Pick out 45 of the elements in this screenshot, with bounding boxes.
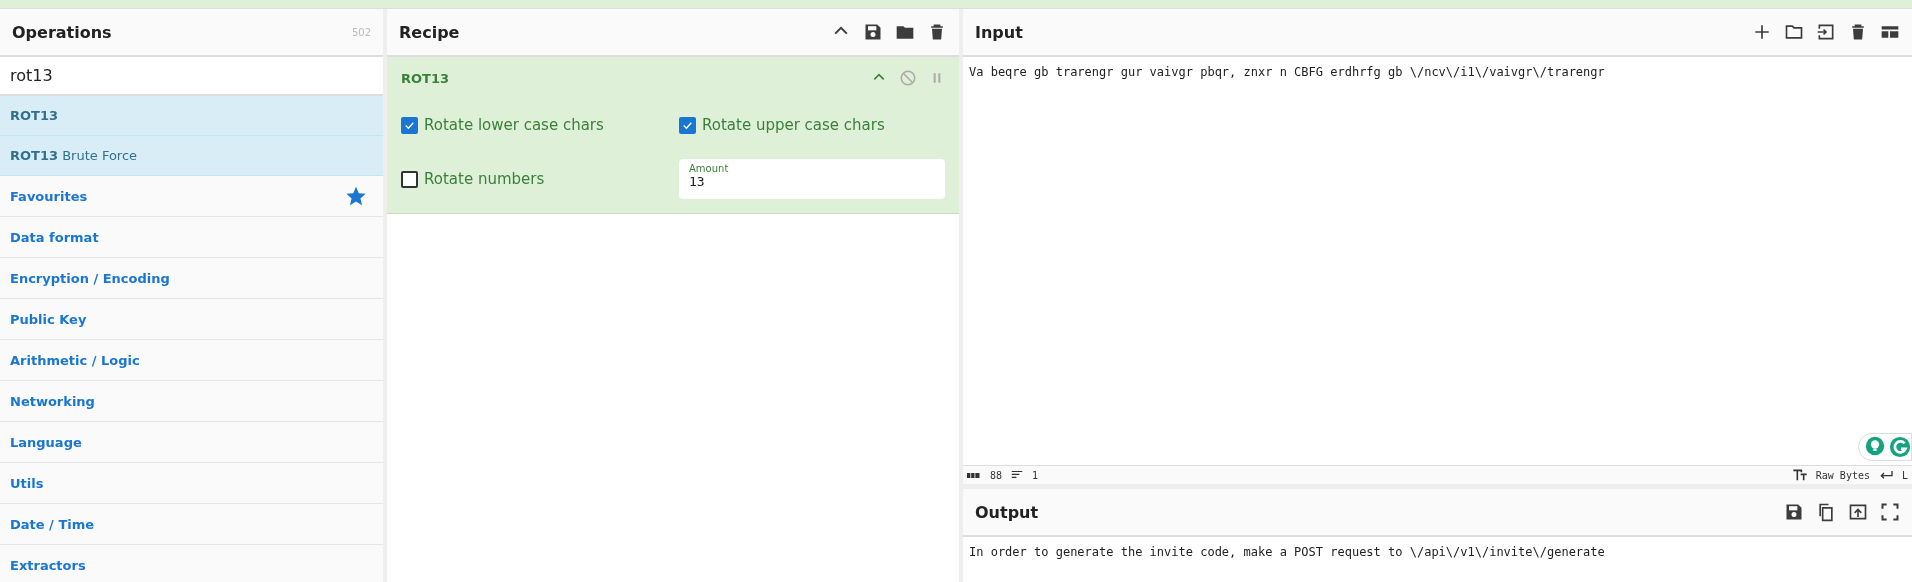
checkbox[interactable]	[679, 116, 696, 134]
category-label[interactable]: Date / Time	[10, 516, 95, 532]
output-text: In order to generate the invite code, make a POST request to \/api\/v1\/invite\/generate	[969, 545, 1606, 559]
fullscreen-icon[interactable]	[1880, 502, 1900, 522]
category-label[interactable]: Arithmetic / Logic	[10, 352, 140, 368]
category-label[interactable]: Data format	[10, 229, 99, 245]
input-text[interactable]: Va beqre gb trarengr gur vaivgr pbqr, znxr n CBFG erdhrfg gb \/ncv\/i1\/vaivgr\/trarengr	[969, 65, 1906, 79]
category-label[interactable]: Encryption / Encoding	[10, 270, 170, 286]
lightbulb-icon[interactable]	[1865, 436, 1885, 456]
length-icon	[967, 471, 982, 479]
checkbox-label: Rotate upper case chars	[702, 116, 885, 134]
checkbox-label: Rotate lower case chars	[424, 116, 604, 134]
panel-title: Recipe	[399, 22, 460, 42]
line-count: 1	[1032, 469, 1039, 481]
operation-count: 502	[351, 26, 371, 38]
copy-icon[interactable]	[1816, 502, 1836, 522]
panel-title: Operations	[12, 22, 112, 42]
category-label[interactable]: Extractors	[10, 557, 86, 573]
checkbox-label: Rotate numbers	[424, 170, 545, 188]
star-icon[interactable]	[345, 185, 367, 207]
import-icon[interactable]	[1816, 22, 1836, 42]
category-label[interactable]: Utils	[10, 475, 44, 491]
category-label[interactable]: Language	[10, 434, 82, 450]
g-icon[interactable]	[1889, 436, 1911, 458]
checkbox[interactable]	[401, 170, 418, 188]
eol-label[interactable]: L	[1901, 469, 1908, 481]
panel-title: Output	[975, 502, 1039, 522]
amount-field[interactable]: Amount 13	[679, 159, 945, 199]
category-label[interactable]: Favourites	[10, 188, 88, 204]
category-label[interactable]: Public Key	[10, 311, 87, 327]
search-field[interactable]: rot13	[0, 57, 383, 96]
operation-item[interactable]: ROT13	[0, 96, 383, 136]
operation-item[interactable]: ROT13 Brute Force	[0, 136, 383, 176]
checkbox[interactable]	[401, 116, 418, 134]
replace-input-icon[interactable]	[1848, 502, 1868, 522]
category-label[interactable]: Networking	[10, 393, 95, 409]
encoding-label[interactable]: Raw Bytes	[1815, 469, 1870, 481]
panel-title: Input	[975, 22, 1023, 42]
character-count: 88	[990, 469, 1003, 481]
save-icon[interactable]	[863, 22, 883, 42]
folder-icon[interactable]	[1784, 22, 1804, 42]
text-size-icon[interactable]	[1791, 467, 1808, 483]
operation-name: ROT13	[401, 70, 450, 86]
save-icon[interactable]	[1784, 502, 1804, 522]
plus-icon[interactable]	[1752, 22, 1772, 42]
